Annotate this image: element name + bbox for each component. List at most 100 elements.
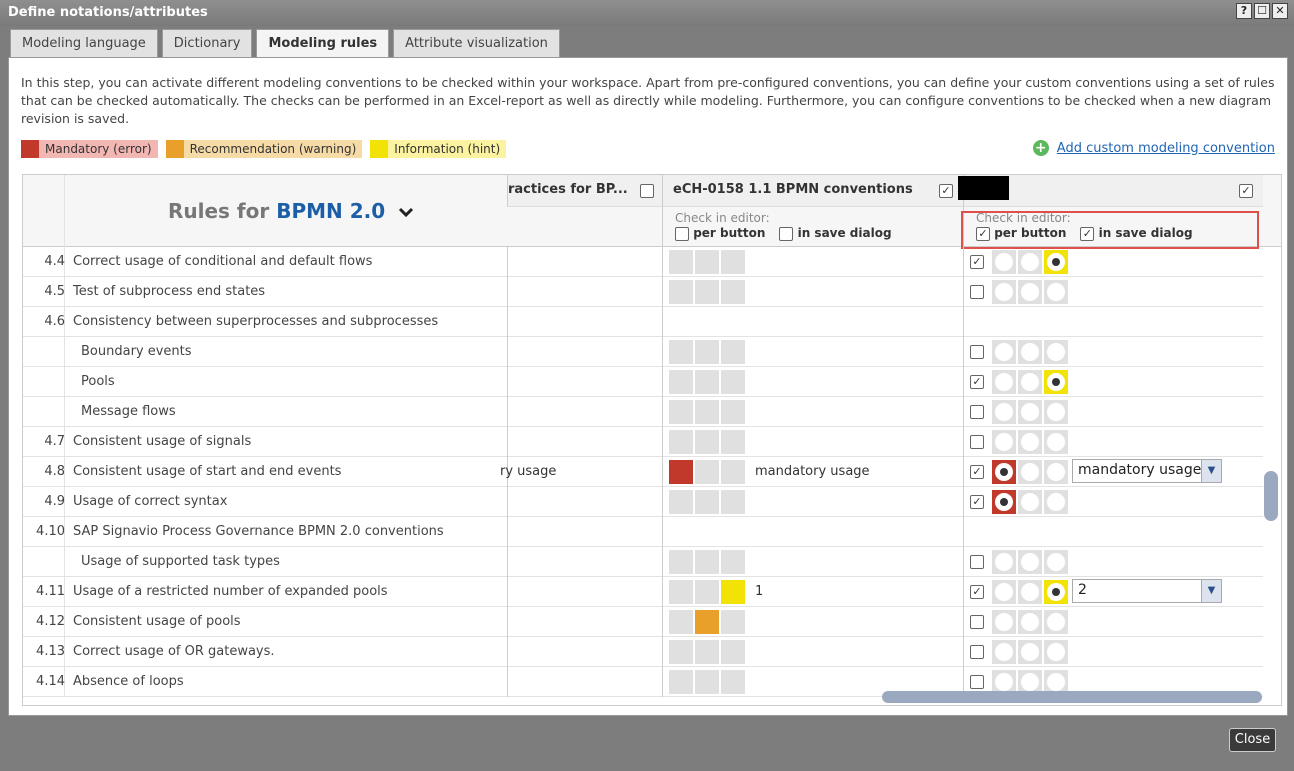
- severity-radio[interactable]: [1018, 640, 1042, 664]
- severity-radio[interactable]: [1018, 400, 1042, 424]
- language-selector[interactable]: BPMN 2.0: [276, 199, 385, 223]
- rule-enable-checkbox[interactable]: [970, 285, 984, 299]
- parameter-value: 2: [1078, 582, 1087, 598]
- severity-radio[interactable]: [1018, 280, 1042, 304]
- col3-cell: [963, 517, 1263, 547]
- severity-radio[interactable]: [1044, 430, 1068, 454]
- severity-radio[interactable]: [1044, 460, 1068, 484]
- legend-mandatory-label: Mandatory (error): [45, 142, 152, 156]
- tab-modeling-language[interactable]: Modeling language: [10, 29, 158, 57]
- severity-radio[interactable]: [1044, 340, 1068, 364]
- severity-square: [721, 400, 745, 424]
- severity-radio[interactable]: [1044, 610, 1068, 634]
- severity-radio[interactable]: [1044, 280, 1068, 304]
- rule-number: 4.4: [44, 254, 65, 269]
- col3-cell: [963, 307, 1263, 337]
- severity-radio[interactable]: [1018, 250, 1042, 274]
- severity-radio[interactable]: [1018, 580, 1042, 604]
- severity-radio[interactable]: [1018, 340, 1042, 364]
- severity-radio[interactable]: [992, 400, 1016, 424]
- col1-enable-checkbox[interactable]: [640, 184, 654, 198]
- severity-radio[interactable]: [1044, 550, 1068, 574]
- tab-modeling-rules[interactable]: Modeling rules: [256, 29, 390, 57]
- rule-enable-checkbox[interactable]: [970, 645, 984, 659]
- severity-radio[interactable]: [992, 640, 1016, 664]
- severity-radio[interactable]: [1018, 550, 1042, 574]
- severity-square: [695, 400, 719, 424]
- severity-radio[interactable]: [992, 250, 1016, 274]
- rule-enable-checkbox[interactable]: [970, 255, 984, 269]
- parameter-select[interactable]: 2 ▼: [1072, 579, 1222, 603]
- rule-enable-checkbox[interactable]: [970, 675, 984, 689]
- rule-name: Consistent usage of pools: [73, 614, 241, 629]
- rule-row: 4.11 Usage of a restricted number of expa…: [23, 577, 1263, 607]
- dropdown-arrow-icon[interactable]: ▼: [1201, 580, 1221, 602]
- rules-for-title[interactable]: Rules for BPMN 2.0: [168, 199, 414, 223]
- severity-radio[interactable]: [1044, 400, 1068, 424]
- col2-per-button-checkbox[interactable]: [675, 226, 689, 241]
- rule-enable-checkbox[interactable]: [970, 555, 984, 569]
- severity-square: [695, 640, 719, 664]
- severity-radio[interactable]: [992, 280, 1016, 304]
- severity-radio[interactable]: [1018, 430, 1042, 454]
- rule-name: Boundary events: [81, 344, 192, 359]
- num-cell: 4.9: [23, 487, 65, 517]
- severity-radio[interactable]: [992, 550, 1016, 574]
- close-button[interactable]: Close: [1229, 728, 1276, 752]
- severity-radio[interactable]: [1044, 490, 1068, 514]
- rule-enable-checkbox[interactable]: [970, 615, 984, 629]
- error-swatch: [21, 140, 39, 158]
- severity-radio[interactable]: [1044, 250, 1068, 274]
- num-cell: 4.14: [23, 667, 65, 697]
- severity-radio[interactable]: [1044, 640, 1068, 664]
- col2-save-dialog[interactable]: in save dialog: [779, 226, 892, 241]
- severity-radio[interactable]: [992, 490, 1016, 514]
- rule-enable-checkbox[interactable]: [970, 345, 984, 359]
- severity-square: [669, 460, 693, 484]
- col2-cell: [662, 547, 963, 577]
- maximize-button[interactable]: ☐: [1254, 3, 1270, 19]
- severity-radio[interactable]: [992, 340, 1016, 364]
- rule-row: 4.4 Correct usage of conditional and defa…: [23, 247, 1263, 277]
- col1-cell: [507, 397, 662, 427]
- tab-attribute-visualization[interactable]: Attribute visualization: [393, 29, 560, 57]
- vertical-scrollbar[interactable]: [1264, 471, 1278, 521]
- chevron-down-icon[interactable]: [398, 199, 414, 223]
- severity-radio[interactable]: [1018, 370, 1042, 394]
- severity-radio[interactable]: [992, 430, 1016, 454]
- col3-cell: [963, 397, 1263, 427]
- severity-square: [695, 460, 719, 484]
- add-convention[interactable]: + Add custom modeling convention: [1032, 140, 1275, 156]
- rule-enable-checkbox[interactable]: [970, 585, 984, 599]
- severity-radio[interactable]: [992, 370, 1016, 394]
- help-button[interactable]: ?: [1236, 3, 1252, 19]
- close-window-button[interactable]: ✕: [1272, 3, 1288, 19]
- tab-dictionary[interactable]: Dictionary: [161, 29, 253, 57]
- rule-name: SAP Signavio Process Governance BPMN 2.0…: [73, 524, 444, 539]
- severity-radio[interactable]: [992, 460, 1016, 484]
- severity-radio[interactable]: [992, 580, 1016, 604]
- severity-radio[interactable]: [1044, 370, 1068, 394]
- rule-enable-checkbox[interactable]: [970, 435, 984, 449]
- dropdown-arrow-icon[interactable]: ▼: [1201, 460, 1221, 482]
- col2-cell: mandatory usage: [662, 457, 963, 487]
- horizontal-scrollbar[interactable]: [882, 691, 1262, 703]
- rule-enable-checkbox[interactable]: [970, 495, 984, 509]
- col3-enable-checkbox[interactable]: [1239, 184, 1253, 198]
- severity-radio[interactable]: [992, 610, 1016, 634]
- severity-radio[interactable]: [1018, 460, 1042, 484]
- severity-radio[interactable]: [1018, 610, 1042, 634]
- severity-radio[interactable]: [1044, 580, 1068, 604]
- severity-radio[interactable]: [1018, 490, 1042, 514]
- col1-cell: [507, 307, 662, 337]
- col2-save-dialog-checkbox[interactable]: [779, 226, 794, 241]
- rule-enable-checkbox[interactable]: [970, 405, 984, 419]
- col2-enable-checkbox[interactable]: [939, 184, 953, 198]
- rule-enable-checkbox[interactable]: [970, 465, 984, 479]
- rule-enable-checkbox[interactable]: [970, 375, 984, 389]
- add-convention-link[interactable]: Add custom modeling convention: [1057, 141, 1275, 156]
- rule-name: Correct usage of conditional and default…: [73, 254, 373, 269]
- parameter-select[interactable]: mandatory usage ▼: [1072, 459, 1222, 483]
- rule-number: 4.7: [44, 434, 65, 449]
- col2-per-button[interactable]: per button: [675, 226, 765, 241]
